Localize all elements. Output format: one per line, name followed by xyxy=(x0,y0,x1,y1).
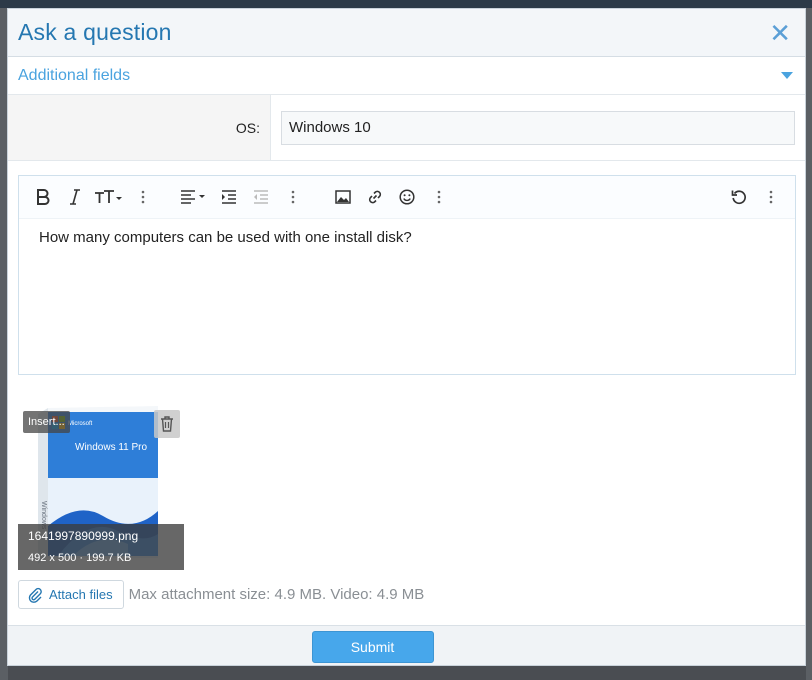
os-label: OS: xyxy=(8,95,271,160)
insert-attachment-button[interactable]: Insert... xyxy=(23,411,70,433)
background-page-header xyxy=(0,0,812,8)
align-icon[interactable] xyxy=(177,181,213,213)
editor-content[interactable]: How many computers can be used with one … xyxy=(19,219,795,256)
more-icon[interactable] xyxy=(423,181,455,213)
box-title-text: Windows 11 Pro xyxy=(75,442,148,453)
more-icon[interactable] xyxy=(277,181,309,213)
dialog-header: Ask a question ✕ xyxy=(8,9,805,57)
os-field-row: OS: xyxy=(8,95,805,161)
undo-icon[interactable] xyxy=(723,181,755,213)
italic-icon[interactable] xyxy=(59,181,91,213)
paperclip-icon xyxy=(28,587,42,603)
image-icon[interactable] xyxy=(327,181,359,213)
attach-files-label: Attach files xyxy=(49,587,113,602)
os-input-cell xyxy=(271,95,805,160)
close-icon[interactable]: ✕ xyxy=(765,20,795,46)
indent-icon[interactable] xyxy=(213,181,245,213)
attachment-meta: 492 x 500 · 199.7 KB xyxy=(28,552,132,564)
dialog-title: Ask a question xyxy=(18,19,172,45)
emoji-icon[interactable] xyxy=(391,181,423,213)
editor-toolbar xyxy=(19,176,795,219)
dialog-footer: Submit xyxy=(8,625,805,665)
attach-files-button[interactable]: Attach files xyxy=(18,580,124,609)
more-icon[interactable] xyxy=(127,181,159,213)
additional-fields-toggle[interactable]: Additional fields xyxy=(8,57,805,95)
submit-button[interactable]: Submit xyxy=(311,631,434,663)
attachment-thumbnail: Microsoft Windows 11 Pro Windows Insert.… xyxy=(18,406,184,570)
ask-question-dialog: Ask a question ✕ Additional fields OS: W… xyxy=(7,8,806,666)
brand-text: Microsoft xyxy=(68,421,93,427)
attachment-size-hint: Max attachment size: 4.9 MB. Video: 4.9 … xyxy=(128,586,425,603)
outdent-icon[interactable] xyxy=(245,181,277,213)
text-size-icon[interactable] xyxy=(91,181,127,213)
more-icon[interactable] xyxy=(755,181,787,213)
os-input[interactable] xyxy=(281,110,795,145)
rich-text-editor: How many computers can be used with one … xyxy=(18,175,796,375)
background-page-right xyxy=(806,8,812,680)
attachment-filename: 1641997890999.png xyxy=(28,529,139,543)
attach-row: Attach files Max attachment size: 4.9 MB… xyxy=(18,579,424,610)
link-icon[interactable] xyxy=(359,181,391,213)
caret-down-icon xyxy=(781,72,793,79)
additional-fields-title: Additional fields xyxy=(18,66,131,84)
attachment-caption: 1641997890999.png 492 x 500 · 199.7 KB xyxy=(18,524,184,570)
trash-icon[interactable] xyxy=(154,410,180,438)
bold-icon[interactable] xyxy=(27,181,59,213)
